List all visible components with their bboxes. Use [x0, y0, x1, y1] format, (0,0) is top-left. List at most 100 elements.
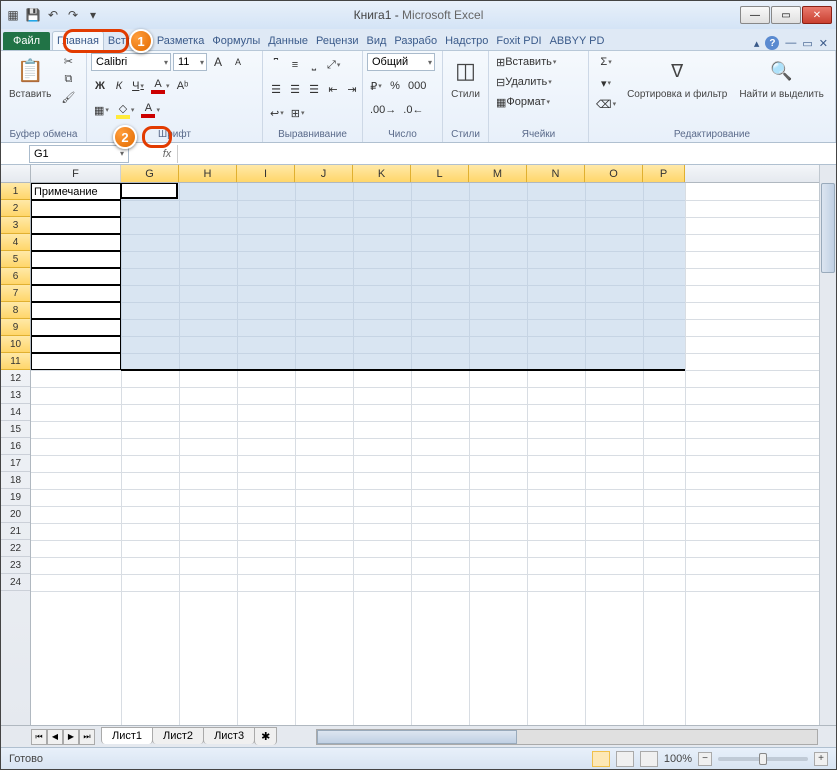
- insert-cells-button[interactable]: ⊞ Вставить: [493, 53, 585, 71]
- file-tab[interactable]: Файл: [3, 32, 50, 50]
- find-select-button[interactable]: 🔍 Найти и выделить: [735, 53, 827, 102]
- grow-font-button[interactable]: A: [209, 53, 227, 71]
- page-break-view-button[interactable]: [640, 751, 658, 767]
- fx-icon[interactable]: fx: [157, 148, 177, 160]
- help-icon[interactable]: ?: [765, 36, 779, 50]
- copy-icon[interactable]: ⧉: [59, 71, 77, 87]
- row-header-8[interactable]: 8: [1, 302, 30, 319]
- row-header-17[interactable]: 17: [1, 455, 30, 472]
- row-header-19[interactable]: 19: [1, 489, 30, 506]
- zoom-level[interactable]: 100%: [664, 753, 692, 765]
- column-header-N[interactable]: N: [527, 165, 585, 182]
- align-top-button[interactable]: ⎴: [267, 56, 285, 74]
- column-header-L[interactable]: L: [411, 165, 469, 182]
- tab-nav-last[interactable]: ⏭: [79, 729, 95, 745]
- column-header-I[interactable]: I: [237, 165, 295, 182]
- format-cells-button[interactable]: ▦ Формат: [493, 93, 585, 111]
- font-color-button[interactable]: A: [148, 77, 173, 95]
- cut-icon[interactable]: ✂: [59, 53, 77, 69]
- sheet-tab-3[interactable]: Лист3: [203, 727, 255, 744]
- font-size-combo[interactable]: 11: [173, 53, 207, 71]
- orientation-button[interactable]: ⤢: [324, 56, 343, 74]
- fill-button[interactable]: ▾: [593, 74, 619, 92]
- redo-icon[interactable]: ↷: [65, 7, 81, 23]
- align-center-button[interactable]: ☰: [286, 80, 304, 98]
- horizontal-scrollbar[interactable]: [316, 729, 818, 745]
- close-button[interactable]: ✕: [802, 6, 832, 24]
- row-header-14[interactable]: 14: [1, 404, 30, 421]
- column-header-J[interactable]: J: [295, 165, 353, 182]
- paste-button[interactable]: 📋 Вставить: [5, 53, 55, 102]
- cell-F9[interactable]: [31, 319, 121, 336]
- cell-F1[interactable]: Примечание: [31, 183, 121, 200]
- sheet-tab-1[interactable]: Лист1: [101, 727, 153, 744]
- cell-F10[interactable]: [31, 336, 121, 353]
- row-header-11[interactable]: 11: [1, 353, 30, 370]
- zoom-thumb[interactable]: [759, 753, 767, 765]
- sheet-tab-2[interactable]: Лист2: [152, 727, 204, 744]
- doc-min-icon[interactable]: —: [785, 37, 796, 49]
- qat-icon[interactable]: ▾: [85, 7, 101, 23]
- row-header-13[interactable]: 13: [1, 387, 30, 404]
- tab-addins[interactable]: Надстро: [441, 32, 492, 50]
- increase-indent-button[interactable]: ⇥: [343, 80, 361, 98]
- doc-close-icon[interactable]: ✕: [819, 37, 828, 50]
- excel-icon[interactable]: ▦: [5, 7, 21, 23]
- tab-foxit[interactable]: Foxit PDI: [492, 32, 545, 50]
- comma-button[interactable]: 000: [405, 77, 429, 95]
- page-layout-view-button[interactable]: [616, 751, 634, 767]
- row-header-1[interactable]: 1: [1, 183, 30, 200]
- row-header-16[interactable]: 16: [1, 438, 30, 455]
- format-painter-icon[interactable]: 🖌: [59, 89, 77, 105]
- cell-F8[interactable]: [31, 302, 121, 319]
- bold-button[interactable]: Ж: [91, 77, 109, 95]
- row-header-15[interactable]: 15: [1, 421, 30, 438]
- cell-F4[interactable]: [31, 234, 121, 251]
- row-header-4[interactable]: 4: [1, 234, 30, 251]
- column-header-F[interactable]: F: [31, 165, 121, 182]
- borders-button[interactable]: ▦: [91, 101, 112, 119]
- italic-button[interactable]: К: [110, 77, 128, 95]
- row-header-18[interactable]: 18: [1, 472, 30, 489]
- increase-decimal-button[interactable]: .00→: [367, 101, 399, 119]
- shrink-font-button[interactable]: A: [229, 53, 247, 71]
- vscroll-thumb[interactable]: [821, 183, 835, 273]
- cell-F6[interactable]: [31, 268, 121, 285]
- new-sheet-button[interactable]: ✱: [254, 727, 277, 745]
- cell-styles-button[interactable]: ◫ Стили: [447, 53, 484, 102]
- minimize-ribbon-icon[interactable]: ▴: [754, 37, 760, 50]
- cells-grid[interactable]: Примечание: [31, 183, 836, 725]
- tab-nav-prev[interactable]: ◀: [47, 729, 63, 745]
- column-header-O[interactable]: O: [585, 165, 643, 182]
- column-header-M[interactable]: M: [469, 165, 527, 182]
- percent-button[interactable]: %: [386, 77, 404, 95]
- superscript-button[interactable]: Aᵇ: [174, 77, 192, 95]
- clear-button[interactable]: ⌫: [593, 95, 619, 113]
- font-color-button-2[interactable]: A: [138, 101, 163, 119]
- align-left-button[interactable]: ☰: [267, 80, 285, 98]
- vertical-scrollbar[interactable]: [819, 165, 836, 725]
- tab-layout[interactable]: Разметка: [153, 32, 209, 50]
- doc-restore-icon[interactable]: ▭: [802, 37, 812, 50]
- tab-nav-next[interactable]: ▶: [63, 729, 79, 745]
- tab-nav-first[interactable]: ⏮: [31, 729, 47, 745]
- sort-filter-button[interactable]: ᐁ Сортировка и фильтр: [623, 53, 731, 102]
- merge-button[interactable]: ⊞: [288, 104, 308, 122]
- tab-formulas[interactable]: Формулы: [208, 32, 264, 50]
- tab-data[interactable]: Данные: [264, 32, 312, 50]
- decrease-decimal-button[interactable]: .0←: [400, 101, 426, 119]
- row-header-9[interactable]: 9: [1, 319, 30, 336]
- row-header-3[interactable]: 3: [1, 217, 30, 234]
- row-header-12[interactable]: 12: [1, 370, 30, 387]
- delete-cells-button[interactable]: ⊟ Удалить: [493, 73, 585, 91]
- row-header-7[interactable]: 7: [1, 285, 30, 302]
- fill-color-button[interactable]: ◇: [113, 101, 138, 119]
- minimize-button[interactable]: —: [740, 6, 770, 24]
- decrease-indent-button[interactable]: ⇤: [324, 80, 342, 98]
- align-middle-button[interactable]: ≡: [286, 56, 304, 74]
- formula-input[interactable]: [177, 145, 836, 163]
- column-header-H[interactable]: H: [179, 165, 237, 182]
- tab-home[interactable]: Главная: [52, 31, 104, 50]
- cell-F7[interactable]: [31, 285, 121, 302]
- name-box[interactable]: G1: [29, 145, 129, 163]
